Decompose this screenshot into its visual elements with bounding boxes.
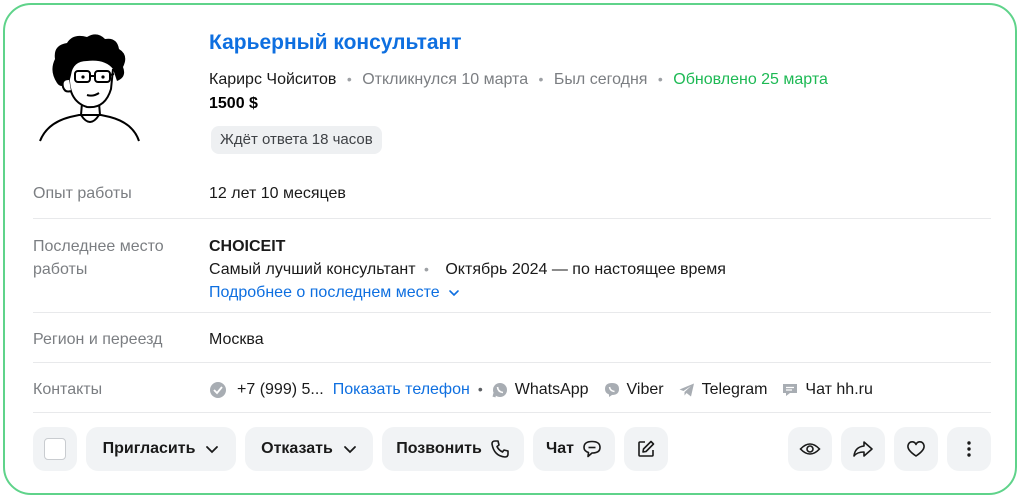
reject-button[interactable]: Отказать	[245, 427, 373, 471]
viber-contact[interactable]: Viber	[603, 378, 664, 401]
whatsapp-icon	[492, 382, 507, 397]
contacts-list: +7 (999) 5... Показать телефон • WhatsAp…	[209, 378, 873, 401]
telegram-icon	[679, 383, 694, 396]
invite-label: Пригласить	[102, 440, 196, 457]
salary: 1500 $	[209, 95, 258, 112]
select-checkbox-button[interactable]	[33, 427, 77, 471]
share-arrow-icon	[853, 441, 873, 457]
resume-title[interactable]: Карьерный консультант	[209, 31, 462, 55]
separator-dot: •	[477, 381, 483, 397]
view-button[interactable]	[788, 427, 832, 471]
phone-icon	[490, 440, 509, 458]
phone-contact: +7 (999) 5... Показать телефон	[209, 378, 470, 401]
select-checkbox[interactable]	[44, 438, 66, 460]
viber-icon	[604, 382, 619, 397]
action-bar: Пригласить Отказать Позвонить Чат	[33, 427, 991, 471]
separator-dot: •	[538, 71, 544, 87]
kebab-menu-icon	[967, 441, 971, 457]
reject-label: Отказать	[261, 440, 333, 457]
chevron-down-icon	[449, 289, 459, 296]
heart-icon	[907, 440, 925, 457]
responded-date: Откликнулся 10 марта	[362, 71, 529, 88]
hh-chat-contact[interactable]: Чат hh.ru	[781, 378, 873, 401]
separator-dot: •	[346, 71, 352, 87]
resume-meta: Карирс Чойситов • Откликнулся 10 марта •…	[209, 71, 828, 89]
last-job-label: Последнее место работы	[33, 238, 164, 278]
company-name: CHOICEIT	[209, 238, 286, 255]
waiting-badge: Ждёт ответа 18 часов	[211, 126, 382, 154]
chevron-down-icon	[206, 446, 219, 454]
telegram-contact[interactable]: Telegram	[678, 378, 768, 401]
chevron-down-icon	[343, 446, 356, 454]
whatsapp-label: WhatsApp	[514, 381, 589, 398]
phone-number: +7 (999) 5...	[237, 381, 324, 398]
chat-bubble-icon	[783, 383, 798, 396]
more-button[interactable]	[947, 427, 991, 471]
call-button[interactable]: Позвонить	[382, 427, 524, 471]
region-value: Москва	[209, 331, 264, 348]
chat-button[interactable]: Чат	[533, 427, 615, 471]
more-link-label: Подробнее о последнем месте	[209, 284, 440, 301]
contacts-row: Контакты +7 (999) 5... Показать телефон …	[33, 363, 991, 413]
job-period: Октябрь 2024 — по настоящее время	[445, 261, 726, 278]
separator-dot: •	[657, 71, 663, 87]
show-phone-link[interactable]: Показать телефон	[333, 378, 470, 401]
call-label: Позвонить	[396, 440, 482, 457]
edit-button[interactable]	[624, 427, 668, 471]
invite-button[interactable]: Пригласить	[86, 427, 236, 471]
updated-date: Обновлено 25 марта	[673, 71, 828, 88]
whatsapp-contact[interactable]: WhatsApp	[491, 378, 589, 401]
job-position: Самый лучший консультант • Октябрь 2024 …	[209, 258, 726, 281]
chat-label: Чат	[546, 440, 574, 457]
experience-value: 12 лет 10 месяцев	[209, 185, 346, 202]
experience-row: Опыт работы 12 лет 10 месяцев	[33, 162, 991, 219]
share-button[interactable]	[841, 427, 885, 471]
region-label: Регион и переезд	[33, 331, 163, 348]
hh-chat-label: Чат hh.ru	[805, 381, 873, 398]
contacts-label: Контакты	[33, 381, 103, 398]
telegram-label: Telegram	[701, 381, 768, 398]
check-circle-icon	[210, 381, 226, 398]
pencil-icon	[638, 440, 655, 457]
position-title: Самый лучший консультант	[209, 261, 416, 278]
experience-label: Опыт работы	[33, 185, 132, 202]
resume-card: Карьерный консультант Карирс Чойситов • …	[3, 3, 1017, 495]
favorite-button[interactable]	[894, 427, 938, 471]
last-seen: Был сегодня	[553, 71, 648, 88]
viber-label: Viber	[626, 381, 664, 398]
chat-bubble-icon	[583, 440, 601, 458]
avatar	[39, 34, 140, 142]
more-about-job-link[interactable]: Подробнее о последнем месте	[209, 281, 460, 304]
eye-icon	[799, 443, 821, 455]
separator-dot: •	[424, 261, 429, 277]
region-row: Регион и переезд Москва	[33, 313, 991, 363]
last-job-row: Последнее место работы CHOICEIT Самый лу…	[33, 219, 991, 313]
candidate-name: Карирс Чойситов	[209, 71, 337, 88]
